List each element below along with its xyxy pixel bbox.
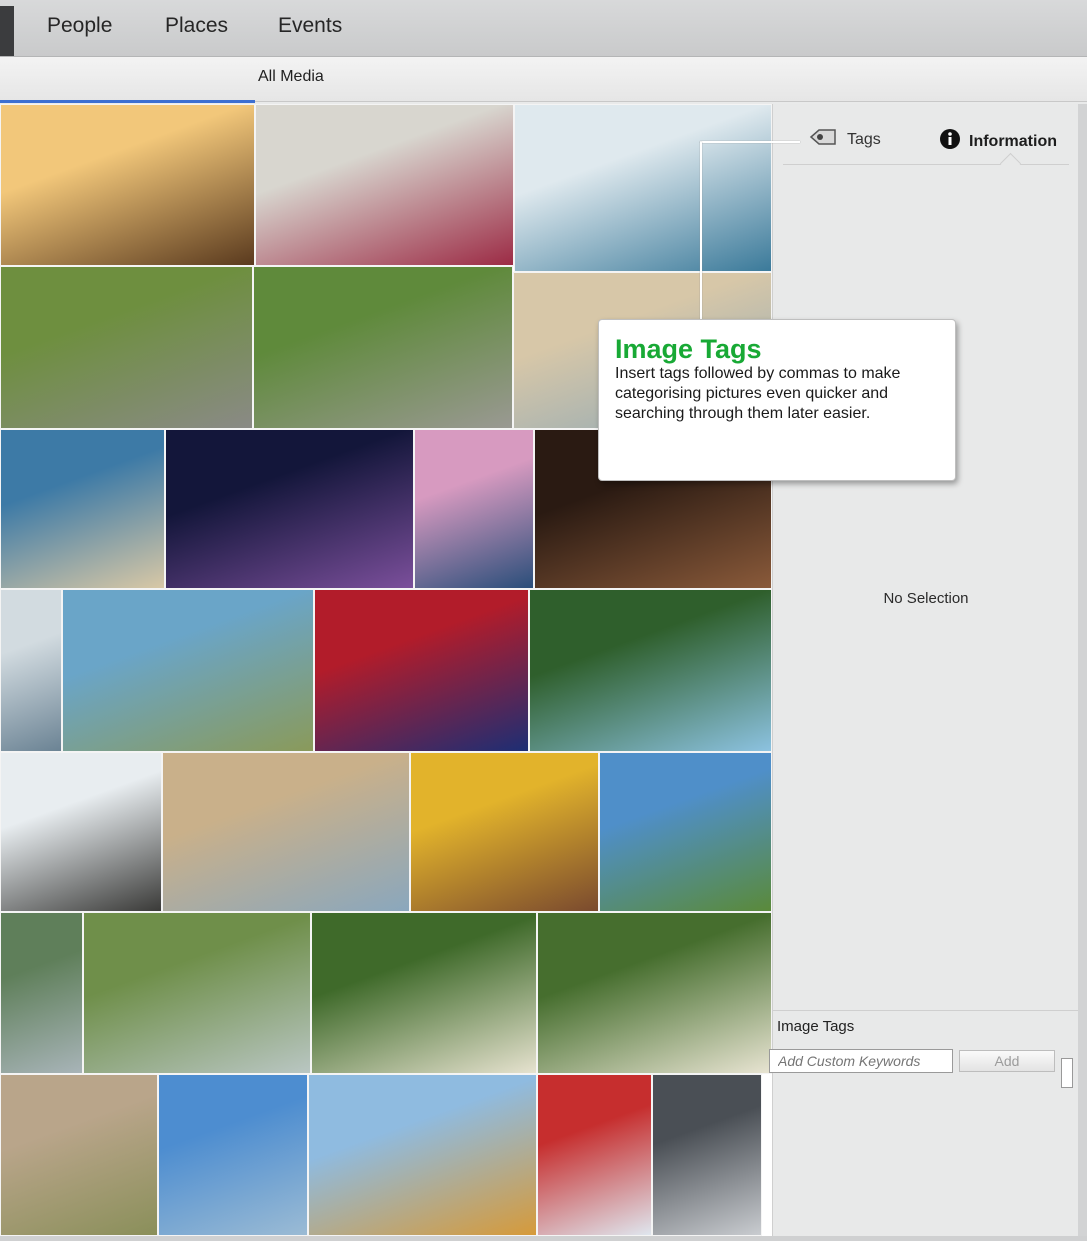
callout-connector <box>700 141 800 143</box>
callout-title: Image Tags <box>615 334 762 364</box>
photo-grid <box>0 104 772 1236</box>
add-button[interactable]: Add <box>959 1050 1055 1072</box>
all-media-label[interactable]: All Media <box>258 68 324 86</box>
photo-thumbnail[interactable] <box>537 1074 652 1236</box>
tag-icon <box>809 128 839 151</box>
photo-thumbnail[interactable] <box>410 752 599 912</box>
photo-thumbnail[interactable] <box>165 429 414 589</box>
photo-thumbnail[interactable] <box>529 589 772 752</box>
sidebar-edge <box>0 6 14 56</box>
photo-thumbnail[interactable] <box>0 429 165 589</box>
image-tags-callout: Image Tags Insert tags followed by comma… <box>598 319 956 481</box>
info-icon <box>939 128 961 155</box>
photo-thumbnail[interactable] <box>253 266 513 429</box>
photo-thumbnail[interactable] <box>62 589 314 752</box>
photo-thumbnail[interactable] <box>0 589 62 752</box>
nav-item-places[interactable]: Places <box>165 14 228 38</box>
tags-divider <box>773 1010 1079 1011</box>
photo-thumbnail[interactable] <box>308 1074 537 1236</box>
active-tab-indicator <box>999 152 1022 175</box>
window-edge <box>1078 104 1087 1236</box>
photo-thumbnail[interactable] <box>0 1074 158 1236</box>
tab-tags[interactable]: Tags <box>809 128 881 151</box>
photo-thumbnail[interactable] <box>537 912 772 1074</box>
custom-keywords-input[interactable] <box>769 1049 953 1073</box>
photo-thumbnail[interactable] <box>652 1074 762 1236</box>
photo-thumbnail[interactable] <box>414 429 534 589</box>
photo-thumbnail[interactable] <box>158 1074 308 1236</box>
tab-information-label: Information <box>969 132 1057 150</box>
no-selection-text: No Selection <box>883 590 969 607</box>
photo-thumbnail[interactable] <box>0 752 162 912</box>
photo-thumbnail[interactable] <box>311 912 537 1074</box>
photo-thumbnail[interactable] <box>0 912 83 1074</box>
tabs-divider <box>783 164 1069 165</box>
panel-resize-handle[interactable] <box>1061 1058 1073 1088</box>
info-panel: Tags Information No Selection Image Tags… <box>769 104 1079 1236</box>
callout-connector <box>700 142 702 320</box>
callout-body: Insert tags followed by commas to make c… <box>615 365 901 422</box>
photo-thumbnail[interactable] <box>514 104 772 272</box>
photo-thumbnail[interactable] <box>599 752 772 912</box>
photo-thumbnail[interactable] <box>0 104 255 266</box>
photo-thumbnail[interactable] <box>255 104 514 266</box>
photo-thumbnail[interactable] <box>83 912 311 1074</box>
image-tags-heading: Image Tags <box>777 1018 855 1035</box>
nav-item-people[interactable]: People <box>47 14 112 38</box>
nav-item-events[interactable]: Events <box>278 14 342 38</box>
photo-thumbnail[interactable] <box>314 589 529 752</box>
bottom-edge <box>0 1236 1087 1241</box>
tab-tags-label: Tags <box>847 130 881 148</box>
photo-thumbnail[interactable] <box>0 266 253 429</box>
selection-accent <box>0 100 255 103</box>
top-nav-bar: People Places Events <box>0 0 1087 57</box>
photo-thumbnail[interactable] <box>162 752 410 912</box>
tab-information[interactable]: Information <box>939 128 1057 155</box>
media-filter-bar: All Media <box>0 57 1087 103</box>
